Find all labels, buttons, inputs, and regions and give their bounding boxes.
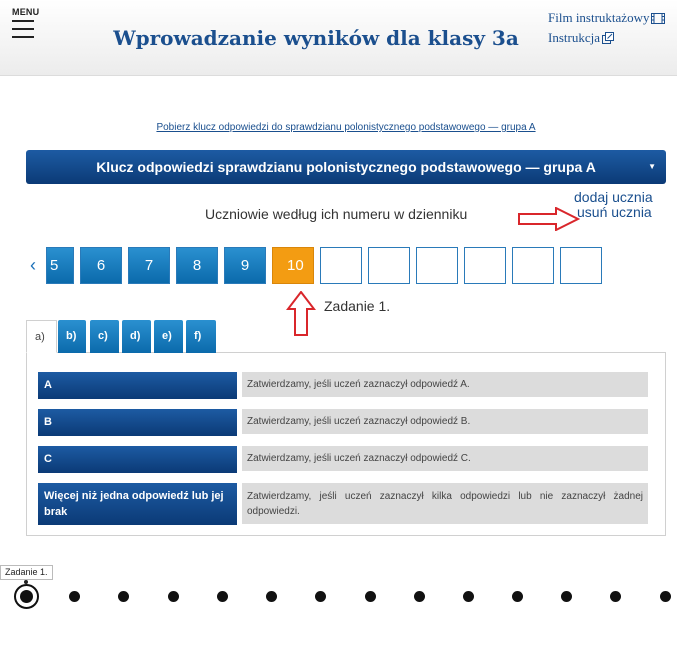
answer-b-description: Zatwierdzamy, jeśli uczeń zaznaczył odpo… — [242, 409, 648, 434]
timeline-dot[interactable] — [365, 591, 376, 602]
student-number-box-empty[interactable] — [560, 247, 602, 284]
timeline-dot-current[interactable] — [14, 584, 39, 609]
caret-down-icon: ▼ — [648, 162, 656, 171]
student-number-box-empty[interactable] — [464, 247, 506, 284]
tab-b[interactable]: b) — [58, 320, 86, 353]
timeline-dot[interactable] — [463, 591, 474, 602]
student-number-box-empty[interactable] — [512, 247, 554, 284]
answer-a-description: Zatwierdzamy, jeśli uczeń zaznaczył odpo… — [242, 372, 648, 397]
timeline-dot[interactable] — [561, 591, 572, 602]
timeline-dot[interactable] — [217, 591, 228, 602]
task-label: Zadanie 1. — [324, 298, 391, 314]
menu-label: MENU — [12, 7, 40, 17]
red-arrow-right-icon — [518, 207, 580, 231]
answer-key-download-link[interactable]: Pobierz klucz odpowiedzi do sprawdzianu … — [0, 122, 677, 133]
tab-d[interactable]: d) — [122, 320, 151, 353]
student-number-box[interactable]: 9 — [224, 247, 266, 284]
add-student-link[interactable]: dodaj ucznia — [574, 190, 653, 205]
answer-multiple-description: Zatwierdzamy, jeśli uczeń zaznaczył kilk… — [242, 483, 648, 524]
student-number-box[interactable]: 5 — [46, 247, 74, 284]
timeline-dot[interactable] — [69, 591, 80, 602]
timeline-dot[interactable] — [168, 591, 179, 602]
timeline-dot[interactable] — [266, 591, 277, 602]
timeline-dot[interactable] — [118, 591, 129, 602]
timeline-tooltip: Zadanie 1. — [0, 565, 53, 580]
timeline-dot[interactable] — [512, 591, 523, 602]
answer-c-description: Zatwierdzamy, jeśli uczeń zaznaczył odpo… — [242, 446, 648, 471]
students-label: Uczniowie według ich numeru w dzienniku — [205, 206, 468, 222]
page-title: Wprowadzanie wyników dla klasy 3a — [113, 26, 519, 50]
previous-arrow[interactable]: ‹ — [30, 255, 36, 276]
tab-f[interactable]: f) — [186, 320, 216, 353]
tab-c[interactable]: c) — [90, 320, 119, 353]
external-link-icon — [601, 32, 614, 44]
student-number-box[interactable]: 6 — [80, 247, 122, 284]
film-link[interactable]: Film instruktażowy — [548, 8, 666, 28]
film-link-label: Film instruktażowy — [548, 10, 650, 25]
student-number-box-active[interactable]: 10 — [272, 247, 314, 284]
timeline-dot[interactable] — [660, 591, 671, 602]
instruction-link[interactable]: Instrukcja — [548, 28, 665, 48]
answer-b-button[interactable]: B — [38, 409, 237, 436]
answer-c-button[interactable]: C — [38, 446, 237, 473]
top-links: Film instruktażowy Instrukcja — [548, 8, 666, 48]
header: MENU Wprowadzanie wyników dla klasy 3a F… — [0, 0, 677, 76]
remove-student-link[interactable]: usuń ucznia — [574, 205, 653, 220]
student-number-box[interactable]: 7 — [128, 247, 170, 284]
student-number-box-empty[interactable] — [320, 247, 362, 284]
film-icon — [651, 13, 666, 24]
timeline-dot[interactable] — [315, 591, 326, 602]
hamburger-icon — [12, 20, 34, 38]
pupil-actions: dodaj ucznia usuń ucznia — [574, 190, 653, 220]
timeline-dot[interactable] — [610, 591, 621, 602]
tab-a[interactable]: a) — [26, 320, 57, 353]
student-number-box[interactable]: 8 — [176, 247, 218, 284]
dropdown-value: Klucz odpowiedzi sprawdzianu polonistycz… — [96, 159, 596, 175]
student-number-box-empty[interactable] — [416, 247, 458, 284]
answer-multiple-button[interactable]: Więcej niż jedna odpowiedź lub jej brak — [38, 483, 237, 525]
answer-a-button[interactable]: A — [38, 372, 237, 399]
menu-button[interactable]: MENU — [12, 7, 42, 44]
instruction-link-label: Instrukcja — [548, 30, 600, 45]
student-number-box-empty[interactable] — [368, 247, 410, 284]
red-arrow-up-icon — [286, 291, 316, 336]
tab-e[interactable]: e) — [154, 320, 183, 353]
answer-key-dropdown[interactable]: Klucz odpowiedzi sprawdzianu polonistycz… — [26, 150, 666, 184]
timeline-dot[interactable] — [414, 591, 425, 602]
